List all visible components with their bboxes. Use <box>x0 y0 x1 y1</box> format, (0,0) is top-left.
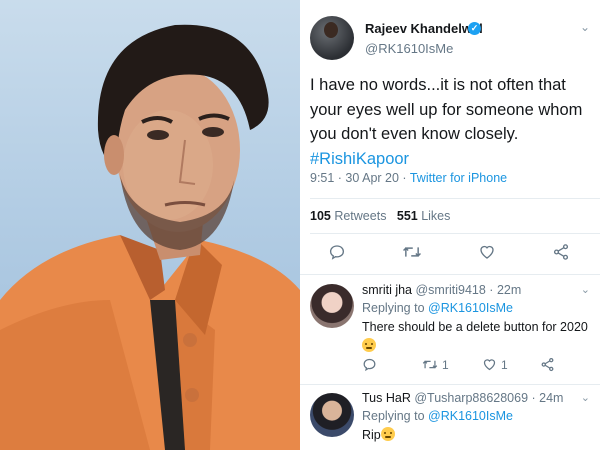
divider <box>310 233 600 234</box>
tweet-meta: 9:51 · 30 Apr 20 · Twitter for iPhone <box>310 171 507 185</box>
heart-icon <box>480 245 494 259</box>
reply-author-name[interactable]: Tus HaR <box>362 391 411 405</box>
reply-button[interactable] <box>328 243 346 261</box>
portrait-photo <box>0 0 300 450</box>
retweet-count: 1 <box>442 357 449 372</box>
reply-avatar[interactable] <box>310 393 354 437</box>
replying-to: Replying to @RK1610IsMe <box>362 409 513 423</box>
share-icon <box>553 244 569 260</box>
replying-to-prefix: Replying to <box>362 409 429 423</box>
sad-face-emoji-icon <box>362 338 376 352</box>
tweet-actions <box>300 243 600 267</box>
retweet-icon <box>403 247 421 257</box>
reply-text-body: Rip <box>362 428 381 442</box>
likes-count[interactable]: 551 <box>397 209 418 223</box>
retweets-count[interactable]: 105 <box>310 209 331 223</box>
like-button[interactable] <box>478 243 496 261</box>
author-handle[interactable]: @RK1610IsMe <box>365 41 453 56</box>
chevron-down-icon[interactable]: ⌄ <box>581 283 590 296</box>
reply-text: Rip <box>362 426 592 445</box>
share-icon <box>541 357 554 372</box>
chevron-down-icon[interactable]: ⌄ <box>581 391 590 404</box>
reply-text: There should be a delete button for 2020 <box>362 318 592 356</box>
author-avatar[interactable] <box>310 16 354 60</box>
divider <box>310 198 600 199</box>
reply-handle-time: @smriti9418 · 22m <box>412 283 522 297</box>
hashtag-link[interactable]: #RishiKapoor <box>310 147 595 172</box>
tweet-timestamp[interactable]: 9:51 · 30 Apr 20 · <box>310 171 410 185</box>
replying-to-prefix: Replying to <box>362 301 429 315</box>
tweet-body: I have no words...it is not often that y… <box>310 73 595 171</box>
divider <box>300 274 600 275</box>
replying-to-link[interactable]: @RK1610IsMe <box>428 409 513 423</box>
tweet-panel: Rajeev Khandelwal ✓ @RK1610IsMe ⌄ I have… <box>300 0 600 450</box>
reply-author[interactable]: smriti jha @smriti9418 · 22m <box>362 283 521 297</box>
replying-to-link[interactable]: @RK1610IsMe <box>428 301 513 315</box>
likes-label[interactable]: Likes <box>418 209 450 223</box>
reply-actions: 1 1 <box>300 357 600 381</box>
heart-icon <box>483 359 496 371</box>
retweets-label[interactable]: Retweets <box>331 209 386 223</box>
neutral-face-emoji-icon <box>380 427 395 441</box>
reply-handle-time: @Tusharp88628069 · 24m <box>410 391 564 405</box>
like-button[interactable]: 1 <box>482 357 508 372</box>
tweet-text: I have no words...it is not often that y… <box>310 76 583 143</box>
share-button[interactable] <box>540 357 555 372</box>
like-count: 1 <box>501 357 508 372</box>
retweet-button[interactable]: 1 <box>422 357 449 372</box>
reply-icon <box>363 358 376 372</box>
portrait-illustration <box>0 24 300 450</box>
retweet-icon <box>422 360 438 369</box>
reply-button[interactable] <box>362 357 377 372</box>
divider <box>300 384 600 385</box>
tweet-stats: 105 Retweets 551 Likes <box>310 209 450 223</box>
reply-text-body: There should be a delete button for 2020 <box>362 320 588 334</box>
tweet-source[interactable]: Twitter for iPhone <box>410 171 507 185</box>
replying-to: Replying to @RK1610IsMe <box>362 301 513 315</box>
reply-avatar[interactable] <box>310 284 354 328</box>
share-button[interactable] <box>552 243 570 261</box>
retweet-button[interactable] <box>402 243 422 261</box>
reply-author[interactable]: Tus HaR @Tusharp88628069 · 24m <box>362 391 563 405</box>
reply-author-name[interactable]: smriti jha <box>362 283 412 297</box>
verified-badge-icon: ✓ <box>468 22 481 35</box>
author-name[interactable]: Rajeev Khandelwal <box>365 21 483 36</box>
chevron-down-icon[interactable]: ⌄ <box>580 20 590 34</box>
reply-icon <box>329 245 345 260</box>
